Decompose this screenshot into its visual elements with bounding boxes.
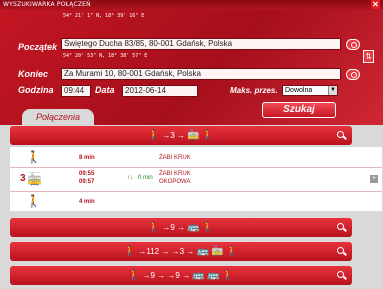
walk-segment: 🚶 8 min ŻABI KRUK: [10, 149, 382, 165]
max-transfers-label: Maks. przes.: [230, 86, 278, 95]
tram-icon: 🚋: [211, 246, 224, 258]
walking-person-icon: 🚶: [26, 194, 41, 208]
window-title: WYSZUKIWARKA POŁĄCZEŃ: [3, 1, 91, 8]
tab-connections[interactable]: Połączenia: [22, 109, 94, 125]
tram-segment: 3 🚋 09:55 09:57 ↑↓ 0 min ŻABI KRUK OKOPO…: [10, 169, 382, 189]
from-input[interactable]: Świętego Ducha 83/85, 80-001 Gdańsk, Pol…: [61, 38, 341, 50]
time-label: Godzina: [18, 85, 54, 95]
max-transfers-value: Dowolna: [285, 87, 313, 94]
divider: [10, 191, 382, 192]
connection-details: 🚶 8 min ŻABI KRUK 3 🚋 09:55 09:57 ↑↓ 0 m…: [10, 147, 382, 211]
walking-person-icon: 🚶: [26, 150, 41, 164]
stop-name: ŻABI KRUK: [159, 155, 191, 161]
close-button[interactable]: ✕: [371, 0, 380, 9]
swap-icon[interactable]: ⇅: [363, 50, 374, 63]
walk-duration: 4 min: [79, 199, 95, 205]
ride-duration: 0 min: [138, 175, 153, 181]
to-coordinates: 54° 20' 53" N, 18° 38' 57" E: [63, 53, 148, 59]
magnifier-icon[interactable]: [337, 271, 347, 281]
chevron-down-icon: ▼: [328, 86, 337, 95]
magnifier-icon[interactable]: [337, 131, 347, 141]
time-input[interactable]: 09:44: [61, 85, 91, 97]
stop-name: OKOPOWA: [159, 179, 191, 185]
search-button[interactable]: Szukaj: [262, 102, 336, 118]
bus-icon: 🚌: [192, 270, 205, 282]
bus-icon: 🚌: [207, 270, 220, 282]
to-label: Koniec: [18, 69, 49, 79]
title-bar: WYSZUKIWARKA POŁĄCZEŃ ✕: [0, 0, 383, 10]
walking-person-icon: 🚶: [127, 270, 141, 282]
from-coordinates: 54° 21' 1" N, 18° 39' 16" E: [63, 13, 145, 19]
bus-icon: 🚌: [196, 246, 209, 258]
depart-time: 09:55: [79, 171, 95, 177]
tram-icon: 🚋: [187, 130, 200, 142]
up-down-arrows-icon: ↑↓: [127, 175, 133, 181]
connection-row[interactable]: 🚶 →112 → →3 → 🚌 🚋 🚶: [10, 242, 352, 261]
expand-icon[interactable]: +: [370, 175, 378, 183]
route-summary: →3 →: [162, 131, 188, 140]
route-summary: →9 → →9 →: [142, 271, 193, 280]
app-window: WYSZUKIWARKA POŁĄCZEŃ ✕ 54° 21' 1" N, 18…: [0, 0, 383, 289]
date-label: Data: [95, 85, 115, 95]
to-input[interactable]: Za Murami 10, 80-001 Gdańsk, Polska: [61, 68, 341, 80]
walking-person-icon: 🚶: [225, 246, 239, 258]
bus-icon: 🚌: [187, 222, 200, 234]
arrive-time: 09:57: [79, 179, 95, 185]
walking-person-icon: 🚶: [201, 222, 215, 234]
connection-row[interactable]: 🚶 →3 → 🚋 🚶: [10, 126, 352, 145]
stop-name: ŻABI KRUK: [159, 171, 191, 177]
walk-segment: 🚶 4 min: [10, 193, 382, 209]
from-label: Początek: [18, 42, 58, 52]
walking-person-icon: 🚶: [123, 246, 137, 258]
search-form: 54° 21' 1" N, 18° 39' 16" E Początek Świ…: [0, 10, 383, 125]
connection-row[interactable]: 🚶 →9 → 🚌 🚶: [10, 218, 352, 237]
route-summary: →9 →: [162, 223, 188, 232]
line-number: 3: [20, 173, 26, 184]
walk-duration: 8 min: [79, 155, 95, 161]
walking-person-icon: 🚶: [221, 270, 235, 282]
connection-row[interactable]: 🚶 →9 → →9 → 🚌 🚌 🚶: [10, 266, 352, 285]
walking-person-icon: 🚶: [201, 130, 215, 142]
date-input[interactable]: 2012-06-14: [122, 85, 198, 97]
tram-icon: 🚋: [27, 172, 42, 186]
walking-person-icon: 🚶: [147, 222, 161, 234]
eye-icon[interactable]: [346, 39, 360, 50]
eye-icon[interactable]: [346, 69, 360, 80]
magnifier-icon[interactable]: [337, 247, 347, 257]
max-transfers-select[interactable]: Dowolna ▼: [282, 85, 338, 96]
divider: [10, 167, 382, 168]
magnifier-icon[interactable]: [337, 223, 347, 233]
route-summary: →112 → →3 →: [138, 247, 197, 256]
walking-person-icon: 🚶: [147, 130, 161, 142]
